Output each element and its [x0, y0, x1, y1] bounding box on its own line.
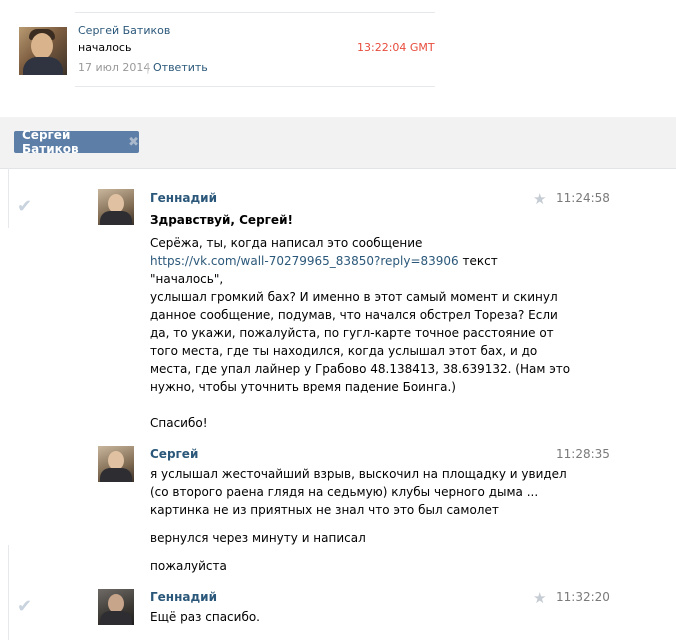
close-icon[interactable]: ✖	[128, 135, 139, 150]
message-line: Серёжа, ты, когда написал это сообщение	[150, 236, 423, 250]
chat-tab[interactable]: Сергей Батиков ✖	[14, 128, 139, 156]
message-author[interactable]: Геннадий	[150, 590, 217, 604]
frame-line	[8, 545, 9, 640]
message-line: пожалуйста	[150, 559, 227, 573]
message-line: https://vk.com/wall-70279965_83850?reply…	[150, 252, 498, 270]
reply-link[interactable]: Ответить	[153, 61, 208, 74]
avatar[interactable]	[98, 589, 134, 625]
message-line: услышал громкий бах? И именно в этот сам…	[150, 290, 558, 304]
post-author-link[interactable]: Сергей Батиков	[78, 24, 170, 37]
avatar[interactable]	[19, 27, 67, 75]
message-line: да, то укажи, пожалуйста, по гугл-карте …	[150, 326, 554, 340]
post-date[interactable]: 17 июл 2014	[78, 61, 150, 74]
message-line: (со второго раена глядя на седьмую) клуб…	[150, 485, 539, 499]
message-line: нужно, чтобы уточнить время падение Боин…	[150, 380, 456, 394]
message-line: данное сообщение, подумав, что начался о…	[150, 308, 558, 322]
avatar[interactable]	[98, 446, 134, 482]
message-line: Спасибо!	[150, 416, 208, 430]
star-icon[interactable]: ★	[533, 190, 546, 208]
read-check-icon: ✔	[17, 596, 33, 617]
message-author[interactable]: Геннадий	[150, 191, 217, 205]
star-icon[interactable]: ★	[533, 589, 546, 607]
message-line: картинка не из приятных не знал что это …	[150, 503, 499, 517]
message-line: Ещё раз спасибо.	[150, 610, 260, 624]
divider	[75, 12, 435, 13]
divider	[75, 86, 435, 87]
message-line: места, где упал лайнер у Грабово 48.1384…	[150, 362, 571, 376]
post-text: началось	[78, 41, 132, 54]
message-line: "началось",	[150, 272, 224, 286]
frame-line	[8, 168, 9, 228]
message-time: 11:24:58	[556, 191, 610, 205]
message-line: вернулся через минуту и написал	[150, 531, 366, 545]
message-time: 11:32:20	[556, 590, 610, 604]
message-time: 11:28:35	[556, 447, 610, 461]
chat-tab-label: Сергей Батиков	[22, 128, 79, 156]
message-greeting: Здравствуй, Сергей!	[150, 213, 293, 227]
message-line: того места, где ты находился, когда услы…	[150, 344, 538, 358]
message-author[interactable]: Сергей	[150, 447, 198, 461]
message-text: текст	[458, 254, 498, 268]
avatar[interactable]	[98, 189, 134, 225]
post-time: 13:22:04 GMT	[357, 41, 435, 54]
message-line: я услышал жесточайший взрыв, выскочил на…	[150, 467, 567, 481]
separator: |	[146, 61, 150, 74]
message-link[interactable]: https://vk.com/wall-70279965_83850?reply…	[150, 254, 459, 268]
read-check-icon: ✔	[17, 196, 33, 217]
